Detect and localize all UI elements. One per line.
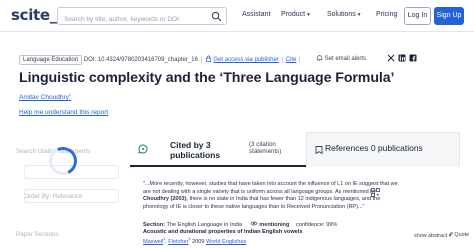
publication-year: 2009 <box>192 238 205 245</box>
citing-paper-title[interactable]: Acoustic and durational properties of In… <box>143 229 302 235</box>
access-via-publisher-link[interactable]: Get access via publisher <box>213 57 278 63</box>
order-by-box[interactable] <box>24 189 119 203</box>
confidence-value: confidence: 99% <box>295 222 338 228</box>
author-link[interactable]: Maxwell <box>143 239 163 245</box>
nav-product[interactable]: Product ▾ <box>281 11 310 18</box>
search-icon[interactable] <box>211 11 222 22</box>
cite-link[interactable]: Cite <box>286 57 297 63</box>
author-name: Amitav Choudhry <box>19 94 69 102</box>
author-link[interactable]: Amitav Choudhry1 <box>19 92 71 101</box>
citation-chat-icon <box>138 144 148 154</box>
quote-button[interactable]: ❝ Quote <box>450 232 469 238</box>
journal-link[interactable]: World Englishes <box>206 239 246 245</box>
linkedin-icon[interactable] <box>398 54 406 62</box>
help-understand-link[interactable]: Help me understand this report <box>19 109 108 116</box>
author-superscript: 2 <box>188 237 191 241</box>
twitter-icon[interactable] <box>387 54 395 62</box>
divider: | <box>281 57 284 63</box>
search-input[interactable] <box>58 11 208 28</box>
quote-icon: ❝ <box>450 232 453 238</box>
section-label: Section: <box>143 222 166 228</box>
quote-text-start: "...More recently, however, studies that… <box>143 181 398 195</box>
quote-cited-reference: Choudhry (2003) <box>143 196 187 203</box>
login-button[interactable]: Log In <box>404 7 431 25</box>
nav-solutions-label: Solutions <box>327 11 356 18</box>
signup-button[interactable]: Sign Up <box>434 7 464 25</box>
article-meta-line: Language Education DOI: 10.4324/97802034… <box>19 55 302 65</box>
show-abstract-label: show abstract <box>414 233 448 239</box>
mentioning-icon <box>250 221 258 226</box>
author-superscript: 1 <box>163 237 166 241</box>
logo-text: scite_ <box>11 6 58 24</box>
quote-label: Quote <box>454 232 470 238</box>
citing-paper-meta: Maxwell1, Fletcher2 2009 World Englishes <box>143 237 247 245</box>
qr-code-icon[interactable] <box>371 188 380 197</box>
tab-cited-by[interactable]: Cited by 3 publications (3 citation stat… <box>130 132 306 167</box>
nav-product-label: Product <box>281 11 306 18</box>
show-abstract-toggle[interactable]: show abstract ▾ <box>414 233 451 239</box>
cited-by-label: Cited by 3 publications <box>170 140 221 160</box>
citation-statement-count: (3 citation statements) <box>249 141 282 155</box>
nav-solutions[interactable]: Solutions ▾ <box>327 11 361 18</box>
divider: | <box>200 57 203 63</box>
stance-label: mentioning <box>259 222 290 228</box>
citation-section-info: Section: The English Language in India m… <box>143 220 337 228</box>
search-field[interactable] <box>57 7 227 28</box>
email-alert-label: Set email alerts <box>324 56 367 62</box>
top-navigation-bar: scite_ Assistant Product▾ Solutions▾ Pri… <box>0 0 474 32</box>
bell-icon <box>316 55 323 61</box>
chevron-down-icon: ▾ <box>357 12 361 18</box>
divider: | <box>299 57 301 63</box>
citation-tabs: Cited by 3 publications (3 citation stat… <box>130 132 460 167</box>
author-affiliation-number: 1 <box>68 92 72 97</box>
lock-icon <box>205 55 211 62</box>
references-label: References 0 publications <box>325 143 423 153</box>
doi-text: DOI: 10.4324/9780203416709_chapter_16 <box>83 57 198 63</box>
section-value: The English Language in India <box>166 222 243 228</box>
scite-logo[interactable]: scite_ <box>11 6 57 24</box>
citation-quote: "...More recently, however, studies that… <box>143 181 401 211</box>
facebook-icon[interactable] <box>409 54 417 62</box>
paper-sections-label: Paper Sections <box>16 231 59 238</box>
page-title: Linguistic complexity and the ‘Three Lan… <box>19 70 395 86</box>
nav-assistant[interactable]: Assistant <box>242 11 270 18</box>
nav-pricing[interactable]: Pricing <box>376 11 397 18</box>
journal-tag[interactable]: Language Education <box>19 55 83 65</box>
author-link[interactable]: Fletcher <box>168 239 188 245</box>
references-icon <box>315 146 323 155</box>
chevron-down-icon: ▾ <box>307 12 310 18</box>
email-alert-toggle[interactable]: Set email alerts <box>316 54 366 62</box>
